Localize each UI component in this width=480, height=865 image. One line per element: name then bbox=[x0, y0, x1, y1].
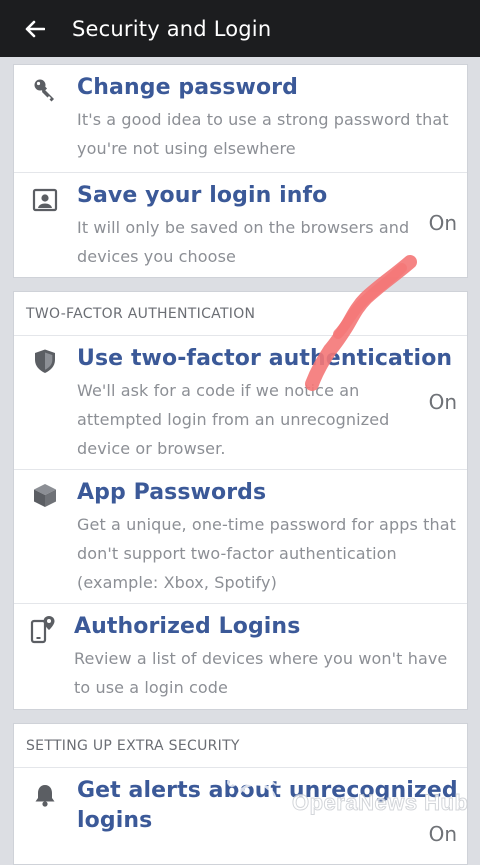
row-title: Save your login info bbox=[77, 183, 328, 208]
save-login-info-row[interactable]: Save your login info It will only be sav… bbox=[14, 173, 467, 277]
status-on-label: On bbox=[428, 211, 457, 235]
section-header: SETTING UP EXTRA SECURITY bbox=[14, 724, 467, 768]
app-passwords-row[interactable]: App Passwords Get a unique, one-time pas… bbox=[14, 470, 467, 604]
row-title: App Passwords bbox=[77, 480, 267, 505]
row-title: Authorized Logins bbox=[74, 614, 301, 639]
extra-security-card: SETTING UP EXTRA SECURITY Get alerts abo… bbox=[13, 723, 468, 865]
app-bar: Security and Login bbox=[0, 0, 480, 57]
section-header: TWO-FACTOR AUTHENTICATION bbox=[14, 292, 467, 336]
row-title: Get alerts about unrecognized logins bbox=[77, 778, 458, 833]
two-factor-card: TWO-FACTOR AUTHENTICATION Use two-factor… bbox=[13, 291, 468, 710]
row-description: It will only be saved on the browsers an… bbox=[77, 218, 410, 266]
status-on-label: On bbox=[428, 822, 457, 846]
id-card-icon bbox=[32, 188, 58, 212]
row-description: Get a unique, one-time password for apps… bbox=[77, 515, 456, 592]
row-title: Use two-factor authentication bbox=[77, 346, 453, 371]
back-button[interactable] bbox=[0, 0, 70, 57]
status-on-label: On bbox=[428, 390, 457, 414]
two-factor-row[interactable]: Use two-factor authentication We'll ask … bbox=[14, 336, 467, 470]
shield-icon bbox=[35, 349, 55, 373]
phone-location-icon bbox=[30, 616, 55, 644]
bell-icon bbox=[35, 785, 55, 807]
page-title: Security and Login bbox=[72, 16, 272, 41]
cube-icon bbox=[34, 484, 56, 507]
row-description: Review a list of devices where you won't… bbox=[74, 649, 448, 697]
row-title: Change password bbox=[77, 75, 298, 100]
row-description: It's a good idea to use a strong passwor… bbox=[77, 110, 449, 158]
login-alerts-row[interactable]: Get alerts about unrecognized logins On bbox=[14, 768, 467, 864]
key-icon bbox=[34, 79, 54, 102]
row-description: We'll ask for a code if we notice an att… bbox=[77, 381, 390, 458]
login-settings-card: Change password It's a good idea to use … bbox=[13, 64, 468, 278]
change-password-row[interactable]: Change password It's a good idea to use … bbox=[14, 65, 467, 173]
authorized-logins-row[interactable]: Authorized Logins Review a list of devic… bbox=[14, 604, 467, 708]
arrow-left-icon bbox=[25, 20, 45, 37]
